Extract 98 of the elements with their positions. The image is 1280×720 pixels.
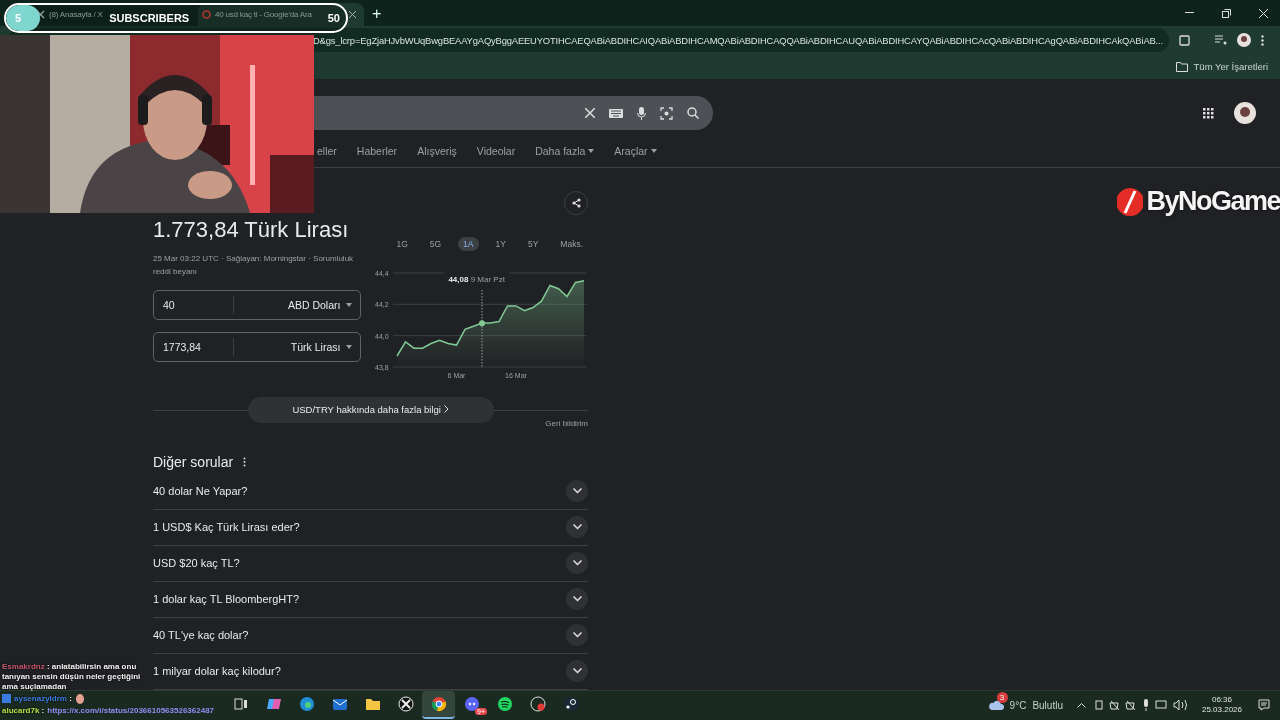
question-text[interactable]: 40 dolar Ne Yapar? [153,485,248,498]
extensions-icon[interactable] [1179,34,1191,47]
chat-message: Esmakrdnz : anlatabilirsin ama onu tanıyan sensin düşün neler geçtiğini ama suçlamadan [2,662,142,692]
currency-select[interactable]: Türk Lirası [234,340,347,353]
converter-field[interactable]: 40 ABD Doları [153,289,362,320]
close-icon[interactable] [1259,8,1268,18]
close-icon[interactable] [349,11,356,19]
expand-button[interactable] [566,480,588,503]
search-tab[interactable]: Araçlar [614,145,657,158]
record-icon [529,696,546,713]
chevron-down-icon [572,668,582,675]
apps-grid-icon[interactable] [1203,107,1214,119]
chat-link[interactable]: https://x.com/i/status/2036610563526362487 [47,706,215,716]
task-view-icon [233,698,248,711]
keyboard-icon[interactable] [609,108,623,118]
goal-target: 50 [327,12,340,24]
search-tab[interactable]: eller [317,145,337,158]
search-tab[interactable]: Haberler [356,145,398,158]
search-tab[interactable]: Alışveriş [417,145,457,158]
search-icon[interactable] [687,107,699,120]
media-icon[interactable] [1215,35,1227,46]
cloud-icon [987,699,1004,711]
minimize-icon[interactable] [1185,12,1194,15]
range-tab[interactable]: 1G [391,236,413,251]
more-info-button[interactable]: USD/TRY hakkında daha fazla bilgi [247,396,494,423]
question-text[interactable]: 40 TL'ye kaç dolar? [153,629,249,642]
new-tab-button[interactable]: + [372,5,382,24]
chevron-right-icon [443,405,449,414]
chrome-icon [430,696,447,713]
question-text[interactable]: USD $20 kaç TL? [153,557,240,570]
steam-icon [562,696,579,713]
notifications-icon[interactable] [1258,699,1270,712]
folder-icon [364,697,381,712]
chart-tooltip: 44,08 9 Mar Pzt [443,271,510,287]
mail-icon [331,696,348,713]
menu-icon[interactable] [1261,34,1264,46]
source-info: 25 Mar 03:22 UTC · Sağlayan: Morningstar · Sorumluluk reddi beyanı [153,252,355,278]
chat-message: aysenazyldrm : [14,694,72,704]
range-tab[interactable]: 1Y [490,236,511,251]
clock-date: 25.03.2026 [1201,705,1242,716]
logo-icon [1117,186,1144,217]
question-text[interactable]: 1 dolar kaç TL BloombergHT? [153,593,300,606]
chevron-down-icon [572,488,582,495]
search-tab[interactable]: Daha fazla [535,145,595,158]
range-tab[interactable]: 5Y [522,236,544,251]
goal-label: SUBSCRIBERS [109,12,190,24]
folder-icon [1175,61,1188,72]
chat-message: alucard7k : [2,706,45,716]
expand-button[interactable] [566,516,588,539]
expand-button[interactable] [566,660,588,683]
converted-amount: 1.773,84 Türk Lirası [153,216,350,243]
clear-icon[interactable] [585,108,595,119]
taskbar-app[interactable] [422,691,455,720]
temperature: 9°C [1009,699,1027,711]
bookmarks-label[interactable]: Tüm Yer İşaretleri [1193,61,1268,73]
chevron-down-icon [572,524,582,531]
spotify-icon [496,696,513,713]
amount-value: 40 [154,295,234,314]
share-icon [571,197,581,208]
google-icon [202,10,211,20]
amount-value: 1773,84 [154,337,234,356]
profile-avatar[interactable] [1237,33,1251,48]
chevron-up-icon[interactable] [1076,702,1086,709]
chevron-down-icon [572,560,582,567]
search-tab[interactable]: Videolar [476,145,516,158]
clock-time: 06:36 [1211,695,1232,706]
currency-select[interactable]: ABD Doları [234,298,347,311]
tab-title: (8) Anasayfa / X [49,10,103,20]
chevron-down-icon [572,632,582,639]
expand-button[interactable] [566,552,588,575]
xbox-icon [397,696,414,713]
section-title: Diğer sorular [153,453,234,470]
question-text[interactable]: 1 USD$ Kaç Türk Lirası eder? [153,521,300,534]
converter-field[interactable]: 1773,84 Türk Lirası [153,331,362,362]
weather-condition: Bulutlu [1032,699,1063,711]
range-tab[interactable]: 5G [424,236,447,251]
expand-button[interactable] [566,624,588,647]
url-text: D&gs_lcrp=EgZjaHJvbWUqBwgBEAAYgAQyBggAEEUYOTIHCAEQABiABDIHCAIQABiABDIHCAMQABiABDIHCAQQABiABDIHCAUQABiABDIHCAYQABiABDIHCAcQABiABDIHCAgQABiABDIHCAkQABiAB... [313,34,1163,46]
caret-icon [346,302,353,307]
camera-icon[interactable] [660,106,673,120]
chevron-down-icon [572,596,582,603]
weather-badge: 3 [996,691,1008,703]
question-text[interactable]: 1 milyar dolar kaç kilodur? [153,665,281,678]
range-tab[interactable]: 1A [458,236,479,251]
edge-icon [298,696,315,713]
expand-button[interactable] [566,588,588,611]
restore-icon[interactable] [1222,8,1231,18]
avatar[interactable] [1234,102,1256,125]
caret-icon [346,344,353,349]
share-button[interactable] [564,190,588,215]
logo-text: ByNoGame [1146,186,1280,217]
subscriber-count: 5 [15,12,22,24]
microphone-icon[interactable] [637,106,646,120]
range-tab[interactable]: Maks. [555,236,588,251]
tab-title: 40 usd kaç tl - Google'da Ara [215,10,312,20]
feedback-link[interactable]: Geri bildirim [545,418,588,428]
more-options-icon[interactable] [243,456,247,467]
hover-point [479,319,486,326]
